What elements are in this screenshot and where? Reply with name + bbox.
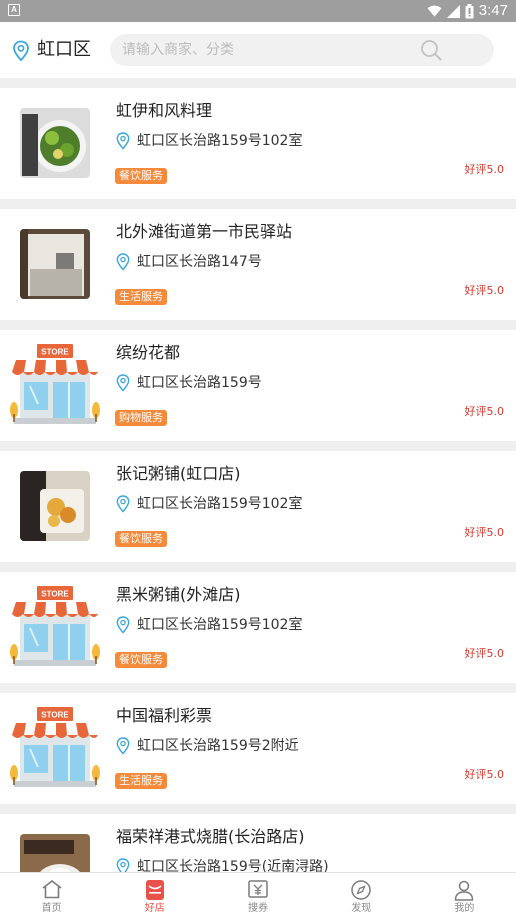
- bottom-tab-bar: 首页 好店 搜券 发现 我的: [0, 872, 516, 918]
- top-header: 虹口区: [0, 22, 516, 78]
- address-pin-icon: [116, 374, 130, 392]
- category-tag: 购物服务: [115, 410, 167, 426]
- shop-address: 虹口区长治路159号(近南浔路): [137, 859, 329, 872]
- rating-text: 好评5.0: [464, 405, 505, 418]
- shop-list: 虹伊和风料理 虹口区长治路159号102室 餐饮服务 好评5.0 北外滩街道第一市民驿站…: [0, 88, 516, 872]
- tab-compass[interactable]: 发现: [310, 873, 413, 918]
- app-screen: A 3:47 虹口区 虹伊和风料理虹口区长治路159号102室餐饮服务好评5.0…: [0, 0, 516, 918]
- search-input[interactable]: [122, 34, 402, 66]
- store-sign-text: STORE: [41, 711, 69, 720]
- shop-name[interactable]: 福荣祥港式烧腊(长治路店): [116, 826, 305, 848]
- address-pin-icon: [116, 616, 130, 634]
- category-tag: 餐饮服务: [115, 652, 167, 668]
- category-tag: 餐饮服务: [115, 531, 167, 547]
- shop-address: 虹口区长治路159号2附近: [137, 738, 299, 754]
- shop-thumbnail[interactable]: [20, 471, 90, 541]
- shop-name[interactable]: 张记粥铺(虹口店): [116, 463, 241, 485]
- tab-home[interactable]: 首页: [0, 873, 103, 918]
- compass-icon: [351, 880, 371, 900]
- shop-address: 虹口区长治路159号102室: [137, 133, 303, 149]
- shop-thumbnail[interactable]: [20, 834, 90, 872]
- rating-text: 好评5.0: [464, 768, 505, 781]
- tab-shop[interactable]: 好店: [103, 873, 206, 918]
- shop-card[interactable]: 张记粥铺(虹口店) 虹口区长治路159号102室餐饮服务 好评5.0: [0, 451, 516, 562]
- status-bar: A 3:47: [0, 0, 516, 22]
- shop-thumbnail[interactable]: STORE: [10, 586, 100, 670]
- category-tag: 生活服务: [115, 773, 167, 789]
- rating-text: 好评5.0: [464, 526, 505, 539]
- shop-address: 虹口区长治路147号: [137, 254, 262, 270]
- signal-icon: [446, 4, 460, 18]
- tab-label: 我的: [454, 903, 475, 914]
- shop-card[interactable]: STORE 中国福利彩票虹口区长治路159号2附近生活服务 好评5.0: [0, 693, 516, 804]
- shop-card[interactable]: 虹伊和风料理虹口区长治路159号102室餐饮服务 好评5.0: [0, 88, 516, 199]
- address-pin-icon: [116, 737, 130, 755]
- shop-thumbnail[interactable]: STORE: [10, 344, 100, 428]
- tab-label: 首页: [41, 903, 62, 914]
- shop-card[interactable]: STORE 缤纷花都虹口区长治路159号购物服务 好评5.0: [0, 330, 516, 441]
- tab-label: 发现: [351, 903, 372, 914]
- battery-icon: [465, 3, 474, 18]
- shop-thumbnail[interactable]: STORE: [10, 707, 100, 791]
- rating-text: 好评5.0: [464, 163, 505, 176]
- wifi-icon: [427, 5, 442, 17]
- user-icon: [455, 880, 474, 901]
- shop-address: 虹口区长治路159号102室: [137, 496, 303, 512]
- location-selector[interactable]: 虹口区: [37, 37, 91, 63]
- address-pin-icon: [116, 858, 130, 872]
- shop-thumbnail[interactable]: [20, 229, 90, 299]
- shop-name[interactable]: 缤纷花都: [116, 342, 180, 364]
- shop-card[interactable]: 福荣祥港式烧腊(长治路店)虹口区长治路159号(近南浔路)餐饮服务好评5.0: [0, 814, 516, 872]
- home-icon: [42, 879, 62, 899]
- shop-card[interactable]: 北外滩街道第一市民驿站虹口区长治路147号生活服务 好评5.0: [0, 209, 516, 320]
- rating-text: 好评5.0: [464, 647, 505, 660]
- shop-name[interactable]: 中国福利彩票: [116, 705, 212, 727]
- shop-name[interactable]: 黑米粥铺(外滩店): [116, 584, 241, 606]
- shop-address: 虹口区长治路159号: [137, 375, 262, 391]
- address-pin-icon: [116, 132, 130, 150]
- notification-icon: A: [8, 4, 20, 16]
- search-box: [110, 34, 494, 66]
- tab-label: 好店: [144, 903, 165, 914]
- shop-icon: [145, 880, 164, 900]
- shop-name[interactable]: 北外滩街道第一市民驿站: [116, 221, 292, 243]
- shop-name[interactable]: 虹伊和风料理: [116, 100, 212, 122]
- category-tag: 餐饮服务: [115, 168, 167, 184]
- tab-coupon[interactable]: 搜券: [206, 873, 309, 918]
- search-icon[interactable]: [420, 39, 442, 61]
- category-tag: 生活服务: [115, 289, 167, 305]
- location-pin-icon[interactable]: [12, 40, 30, 62]
- tab-user[interactable]: 我的: [413, 873, 516, 918]
- store-sign-text: STORE: [41, 348, 69, 357]
- rating-text: 好评5.0: [464, 284, 505, 297]
- address-pin-icon: [116, 253, 130, 271]
- shop-card[interactable]: STORE 黑米粥铺(外滩店) 虹口区长治路159号102室餐饮服务 好评5.0: [0, 572, 516, 683]
- clock: 3:47: [478, 2, 508, 19]
- tab-label: 搜券: [248, 903, 268, 914]
- shop-thumbnail[interactable]: [20, 108, 90, 178]
- coupon-icon: [248, 880, 268, 898]
- shop-address: 虹口区长治路159号102室: [137, 617, 303, 633]
- store-sign-text: STORE: [41, 590, 69, 599]
- address-pin-icon: [116, 495, 130, 513]
